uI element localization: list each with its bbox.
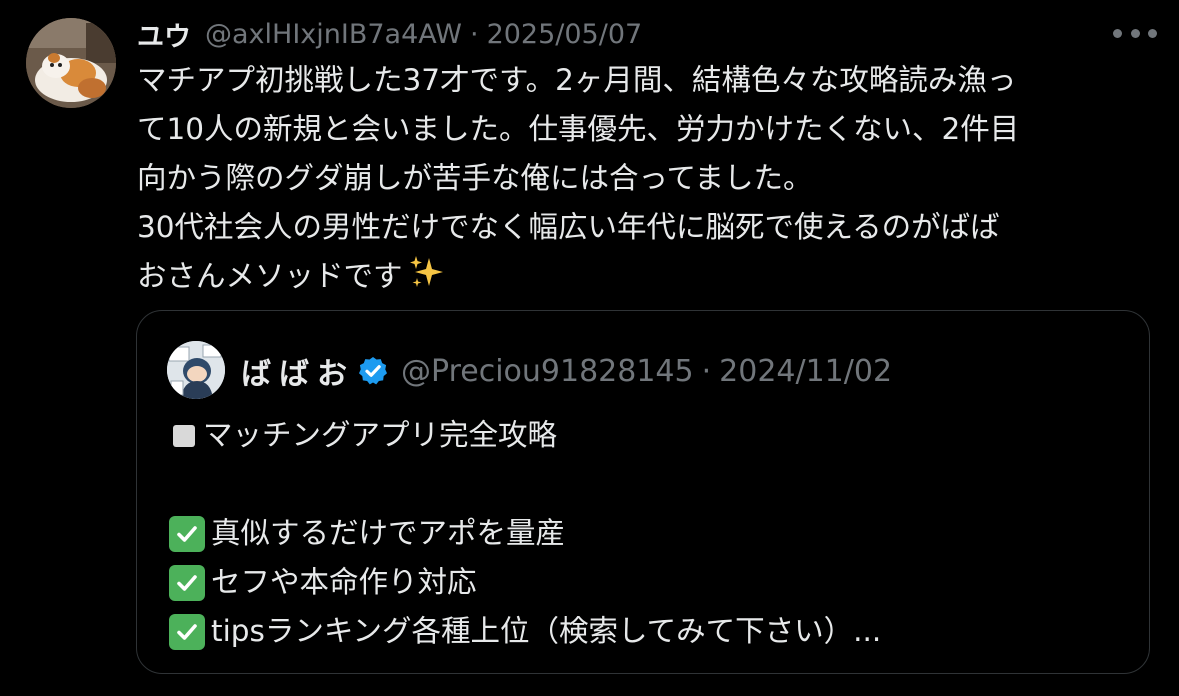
white-square-icon bbox=[173, 424, 195, 447]
quoted-list-item-text: セフや本命作り対応 bbox=[211, 565, 477, 599]
post-text-line: 30代社会人の男性だけでなく幅広い年代に脳死で使えるのがばば bbox=[137, 210, 1000, 244]
quoted-list-item: 真似するだけでアポを量産 bbox=[169, 509, 881, 558]
quoted-header-separator: · bbox=[701, 353, 712, 389]
check-mark-button-icon bbox=[169, 613, 205, 650]
more-dot bbox=[1148, 28, 1157, 38]
post-text-line: おさんメソッドです bbox=[137, 259, 403, 293]
more-dot bbox=[1113, 28, 1122, 38]
post[interactable]: ユウ @axlHIxjnIB7a4AW · 2025/05/07 マチアプ初挑戦… bbox=[0, 0, 1179, 696]
post-text: マチアプ初挑戦した37才です。2ヶ月間、結構色々な攻略読み漁っ て10人の新規と… bbox=[137, 56, 1167, 301]
more-horizontal-icon[interactable] bbox=[1113, 20, 1157, 46]
quoted-post[interactable]: ばばお @Preciou91828145 · 2024/11/02 マッチングア… bbox=[136, 310, 1150, 674]
quoted-list-item: セフや本命作り対応 bbox=[169, 558, 881, 607]
verified-badge-icon[interactable] bbox=[357, 355, 389, 387]
illustration-avatar-image bbox=[167, 341, 225, 399]
quoted-display-name[interactable]: ばばお bbox=[241, 349, 355, 393]
quoted-list-item: tipsランキング各種上位（検索してみて下さい）... bbox=[169, 607, 881, 656]
post-header: ユウ @axlHIxjnIB7a4AW · 2025/05/07 bbox=[137, 14, 642, 54]
post-date[interactable]: 2025/05/07 bbox=[487, 19, 643, 50]
sparkles-icon bbox=[409, 256, 443, 287]
check-mark-button-icon bbox=[169, 564, 205, 601]
more-dot bbox=[1130, 28, 1140, 38]
post-text-line-last: おさんメソッドです bbox=[137, 252, 1167, 301]
quoted-list-item-text: tipsランキング各種上位（検索してみて下さい）... bbox=[211, 614, 882, 648]
quoted-list-item-text: 真似するだけでアポを量産 bbox=[211, 516, 566, 550]
user-avatar[interactable] bbox=[26, 18, 116, 108]
post-text-line: マチアプ初挑戦した37才です。2ヶ月間、結構色々な攻略読み漁っ bbox=[137, 63, 1017, 97]
cat-avatar-image bbox=[26, 18, 116, 108]
check-mark-button-icon bbox=[169, 515, 205, 552]
user-handle[interactable]: @axlHIxjnIB7a4AW bbox=[205, 19, 462, 50]
quoted-user-handle[interactable]: @Preciou91828145 bbox=[401, 354, 694, 389]
quoted-post-date[interactable]: 2024/11/02 bbox=[719, 354, 892, 389]
quoted-user-avatar[interactable] bbox=[167, 341, 225, 399]
header-separator: · bbox=[469, 18, 479, 50]
quoted-title: マッチングアプリ完全攻略 bbox=[203, 418, 558, 452]
quoted-post-header: ばばお @Preciou91828145 · 2024/11/02 bbox=[241, 349, 892, 393]
post-text-line: て10人の新規と会いました。仕事優先、労力かけたくない、2件目 bbox=[137, 112, 1020, 146]
quoted-title-line: マッチングアプリ完全攻略 bbox=[169, 411, 881, 460]
quoted-post-text: マッチングアプリ完全攻略 真似するだけでアポを量産 セフや本命作り対応 tips bbox=[169, 411, 881, 656]
display-name[interactable]: ユウ bbox=[137, 15, 191, 54]
post-text-line: 向かう際のグダ崩しが苦手な俺には合ってました。 bbox=[137, 161, 813, 195]
